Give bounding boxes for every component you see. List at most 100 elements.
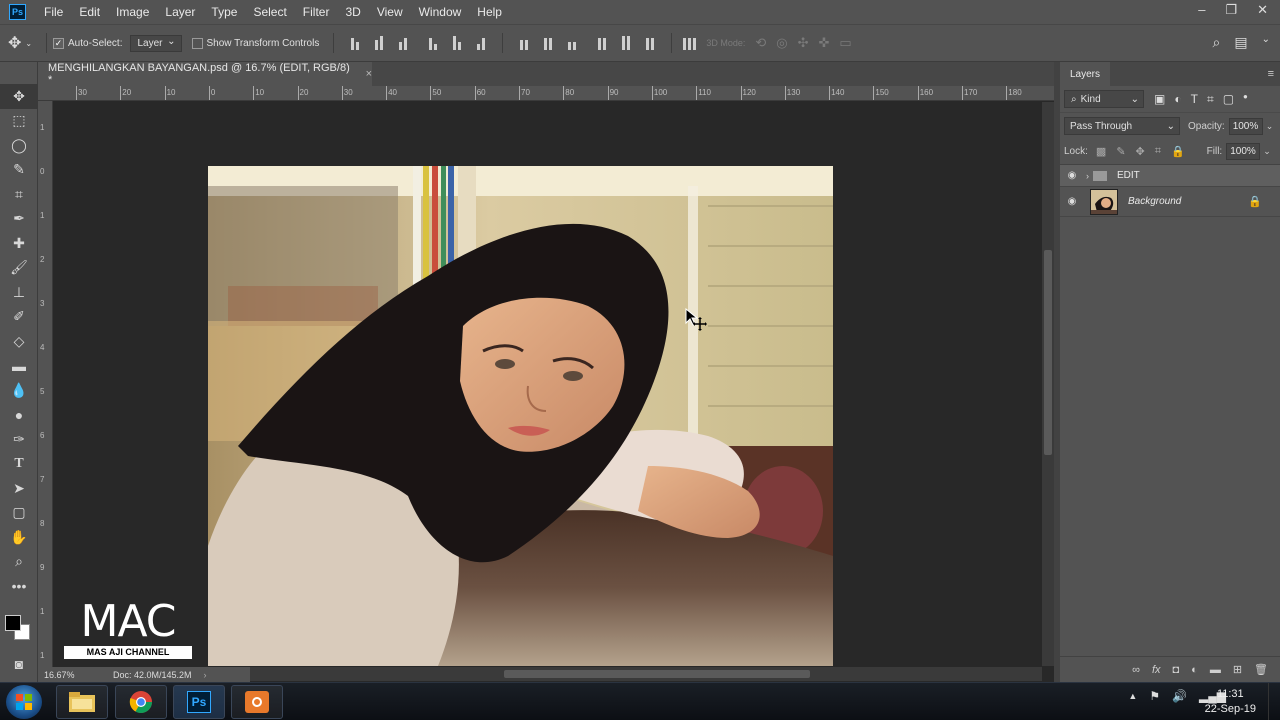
workspace-dropdown-icon[interactable]: ⌄ <box>1262 34 1270 51</box>
delete-layer-icon[interactable]: 🗑 <box>1254 663 1268 676</box>
type-tool-icon[interactable]: T <box>0 452 38 477</box>
blur-tool-icon[interactable]: 💧 <box>0 378 38 403</box>
menu-view[interactable]: View <box>369 5 411 19</box>
fill-dropdown-icon[interactable]: ⌄ <box>1263 146 1271 157</box>
chrome-icon[interactable] <box>115 685 167 719</box>
ruler-vertical[interactable]: 1 0 1 2 3 4 5 6 7 8 9 1 1 <box>38 101 53 667</box>
align-right-icon[interactable] <box>474 36 488 50</box>
vertical-scroll-thumb[interactable] <box>1044 250 1052 455</box>
crop-tool-icon[interactable]: ⌗ <box>0 182 38 207</box>
zoom-level[interactable]: 16.67% <box>38 670 113 680</box>
add-mask-icon[interactable]: ◘ <box>1173 664 1180 676</box>
layer-name[interactable]: EDIT <box>1117 170 1140 181</box>
minimize-icon[interactable]: – <box>1198 2 1205 18</box>
more-tools-icon[interactable]: ••• <box>0 574 38 599</box>
3d-orbit-icon[interactable]: ⟲ <box>755 35 766 51</box>
close-icon[interactable]: ✕ <box>1257 2 1268 18</box>
vertical-scrollbar[interactable] <box>1042 102 1054 666</box>
link-layers-icon[interactable]: ∞ <box>1132 664 1140 676</box>
blend-mode-dropdown[interactable]: Pass Through ⌄ <box>1064 117 1180 135</box>
menu-window[interactable]: Window <box>411 5 470 19</box>
show-hidden-icons-icon[interactable]: ▲ <box>1128 691 1137 701</box>
distribute-top-icon[interactable] <box>517 36 531 50</box>
menu-filter[interactable]: Filter <box>295 5 338 19</box>
lock-position-icon[interactable]: ✥ <box>1136 145 1145 158</box>
align-bottom-icon[interactable] <box>396 36 410 50</box>
align-vcenter-icon[interactable] <box>372 36 386 50</box>
distribute-bottom-icon[interactable] <box>565 36 579 50</box>
healing-brush-tool-icon[interactable]: ✚ <box>0 231 38 256</box>
photoshop-icon[interactable]: Ps <box>173 685 225 719</box>
opacity-input[interactable]: 100% <box>1228 117 1263 135</box>
foreground-color-swatch[interactable] <box>5 615 21 631</box>
distribute-left-icon[interactable] <box>595 36 609 50</box>
menu-edit[interactable]: Edit <box>71 5 108 19</box>
distribute-vcenter-icon[interactable] <box>541 36 555 50</box>
volume-icon[interactable]: 🔊 <box>1172 689 1187 703</box>
marquee-tool-icon[interactable]: ⬚ <box>0 109 38 134</box>
brush-tool-icon[interactable]: 🖌 <box>0 256 38 281</box>
restore-icon[interactable]: ❐ <box>1225 2 1237 18</box>
distribute-right-icon[interactable] <box>643 36 657 50</box>
distribute-hcenter-icon[interactable] <box>619 36 633 50</box>
menu-file[interactable]: File <box>36 5 71 19</box>
lasso-tool-icon[interactable]: ◯ <box>0 133 38 158</box>
pen-tool-icon[interactable]: ✑ <box>0 427 38 452</box>
gradient-tool-icon[interactable]: ▬ <box>0 354 38 379</box>
eyedropper-tool-icon[interactable]: ✒ <box>0 207 38 232</box>
menu-select[interactable]: Select <box>245 5 294 19</box>
filter-shape-icon[interactable]: ⌗ <box>1207 92 1214 107</box>
clone-stamp-tool-icon[interactable]: ⊥ <box>0 280 38 305</box>
expand-group-icon[interactable]: › <box>1086 171 1089 181</box>
align-left-icon[interactable] <box>426 36 440 50</box>
document-tab[interactable]: MENGHILANGKAN BAYANGAN.psd @ 16.7% (EDIT… <box>38 62 372 86</box>
path-select-tool-icon[interactable]: ➤ <box>0 476 38 501</box>
move-tool-icon[interactable]: ✥ <box>0 84 38 109</box>
status-menu-icon[interactable]: › <box>204 670 207 680</box>
3d-pan-icon[interactable]: ✣ <box>798 35 809 51</box>
workspace-icon[interactable]: ▤ <box>1234 34 1247 51</box>
layer-style-icon[interactable]: fx <box>1152 664 1161 676</box>
recording-app-icon[interactable] <box>231 685 283 719</box>
menu-image[interactable]: Image <box>108 5 157 19</box>
action-center-icon[interactable]: ⚑ <box>1149 689 1160 703</box>
visibility-eye-icon[interactable]: ◉ <box>1060 170 1084 181</box>
taskbar-clock[interactable]: 11:31 22-Sep-19 <box>1205 687 1256 717</box>
horizontal-scroll-thumb[interactable] <box>504 670 810 678</box>
3d-roll-icon[interactable]: ◎ <box>776 35 787 51</box>
new-group-icon[interactable]: ▬ <box>1210 664 1221 676</box>
quick-select-tool-icon[interactable]: ✎ <box>0 158 38 183</box>
layer-lock-icon[interactable]: 🔒 <box>1248 195 1262 208</box>
dodge-tool-icon[interactable]: ● <box>0 403 38 428</box>
filter-pixel-icon[interactable]: ▣ <box>1154 92 1165 107</box>
show-desktop-button[interactable] <box>1268 683 1280 720</box>
filter-smart-object-icon[interactable]: ▢ <box>1223 92 1234 107</box>
auto-align-icon[interactable] <box>682 36 696 50</box>
eraser-tool-icon[interactable]: ◇ <box>0 329 38 354</box>
lock-image-icon[interactable]: ✎ <box>1116 145 1125 158</box>
3d-slide-icon[interactable]: ✜ <box>819 35 830 51</box>
document-image[interactable] <box>208 166 833 666</box>
adjustment-layer-icon[interactable]: ◐ <box>1191 664 1198 676</box>
filter-type-icon[interactable]: T <box>1191 92 1198 107</box>
ruler-horizontal[interactable]: 30 20 10 0 10 20 30 40 50 60 70 80 90 100 110 120 130 140… <box>38 86 1054 101</box>
close-document-icon[interactable]: × <box>366 68 372 80</box>
layer-filter-kind-dropdown[interactable]: ⌕ Kind ⌄ <box>1064 90 1144 108</box>
fill-input[interactable]: 100% <box>1226 143 1261 160</box>
history-brush-tool-icon[interactable]: ✐ <box>0 305 38 330</box>
opacity-dropdown-icon[interactable]: ⌄ <box>1266 121 1274 132</box>
layer-name[interactable]: Background <box>1128 196 1181 207</box>
align-top-icon[interactable] <box>348 36 362 50</box>
layers-tab[interactable]: Layers <box>1060 62 1111 86</box>
menu-3d[interactable]: 3D <box>337 5 368 19</box>
panel-menu-icon[interactable]: ≡ <box>1268 68 1274 80</box>
move-tool-preset-icon[interactable]: ✥ ⌄ <box>0 33 40 53</box>
lock-all-icon[interactable]: 🔒 <box>1171 145 1185 158</box>
lock-transparent-icon[interactable]: ▩ <box>1096 145 1106 158</box>
menu-layer[interactable]: Layer <box>157 5 203 19</box>
lock-artboard-icon[interactable]: ⌗ <box>1155 145 1161 158</box>
windows-start-icon[interactable] <box>6 685 42 719</box>
hand-tool-icon[interactable]: ✋ <box>0 525 38 550</box>
canvas-area[interactable] <box>54 102 1042 666</box>
auto-select-checkbox[interactable]: ✓ <box>53 37 64 49</box>
